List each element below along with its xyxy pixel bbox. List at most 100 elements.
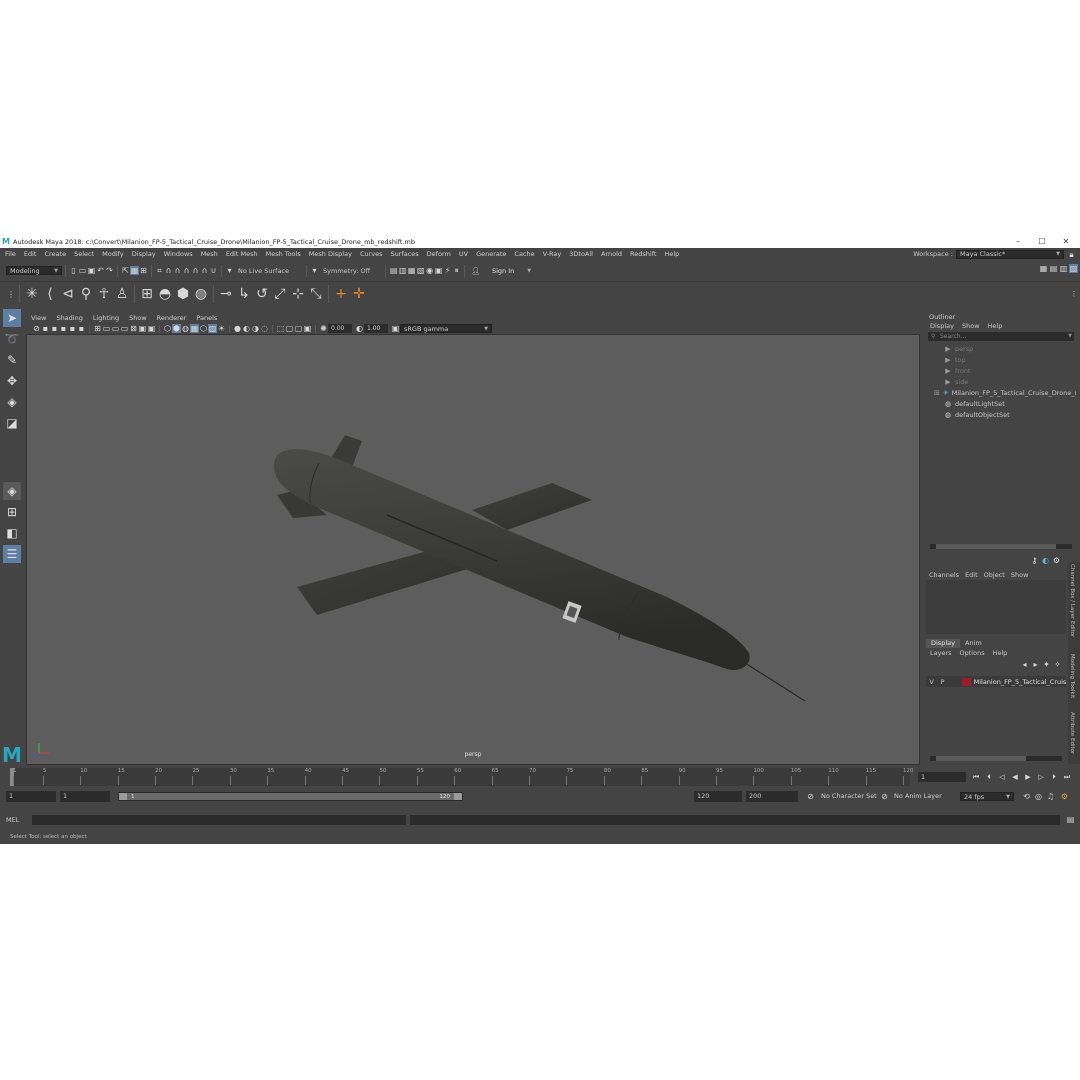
expand-icon[interactable]: ⊞ <box>934 389 940 397</box>
undo-icon[interactable]: ↶ <box>96 266 105 275</box>
move-layer-down-icon[interactable]: ▸ <box>1031 660 1040 669</box>
mode-dropdown[interactable]: Modeling ▼ <box>6 266 62 275</box>
outliner-hscrollbar[interactable] <box>930 544 1072 549</box>
new-scene-icon[interactable]: ▯ <box>69 266 78 275</box>
range-bar[interactable]: 1 120 <box>118 792 463 801</box>
symmetry-label[interactable]: Symmetry: Off <box>323 267 370 275</box>
two-view-layout-icon[interactable]: ◧ <box>3 524 21 542</box>
wireframe-icon[interactable]: ⬡ <box>163 324 172 333</box>
fps-dropdown[interactable]: 24 fps ▼ <box>960 792 1014 801</box>
film-gate-icon[interactable]: ▭ <box>102 324 111 333</box>
scale-tool-icon[interactable]: ◪ <box>3 414 21 432</box>
viewport-menu-panels[interactable]: Panels <box>191 314 222 322</box>
layer-menu-options[interactable]: Options <box>956 649 989 657</box>
layer-name[interactable]: Milanion_FP_5_Tactical_Cruise_ <box>974 678 1066 686</box>
modeling-toolkit-tab[interactable]: Modeling Toolkit <box>1069 654 1075 698</box>
redo-icon[interactable]: ↷ <box>105 266 114 275</box>
layer-tab-display[interactable]: Display <box>926 638 960 648</box>
new-layer-selected-icon[interactable]: ✧ <box>1053 660 1062 669</box>
exposure-field[interactable]: 0.00 <box>328 324 352 333</box>
layer-visibility-toggle[interactable]: V <box>926 678 937 686</box>
pause-render-icon[interactable]: ⏸︎ <box>452 266 461 275</box>
auto-key-icon[interactable]: ◎ <box>1034 792 1043 801</box>
xray-joints-icon[interactable]: ▢ <box>285 324 294 333</box>
lights-icon[interactable]: ☀︎ <box>217 324 226 333</box>
outliner-item[interactable]: ▶︎ side <box>934 376 1076 387</box>
outliner-item[interactable]: ▶︎ persp <box>934 343 1076 354</box>
smooth-shade-icon[interactable]: ⬢ <box>172 324 181 333</box>
menu-mesh-display[interactable]: Mesh Display <box>305 250 356 258</box>
channelbox-menu-object[interactable]: Object <box>981 571 1008 579</box>
grease-pencil-icon[interactable]: ▪ <box>77 324 86 333</box>
menu-help[interactable]: Help <box>660 250 683 258</box>
step-forward-frame-icon[interactable]: ⏵︎ <box>1048 772 1060 782</box>
render-settings-icon[interactable]: ▧ <box>416 266 425 275</box>
four-view-layout-icon[interactable]: ⊞ <box>3 503 21 521</box>
viewport-menu-view[interactable]: View <box>26 314 51 322</box>
isolate-select-icon[interactable]: ⬚ <box>276 324 285 333</box>
outliner-layout-icon[interactable]: ☰ <box>3 545 21 563</box>
layer-menu-layers[interactable]: Layers <box>926 649 956 657</box>
chevron-down-icon[interactable]: ▼ <box>1068 332 1072 341</box>
ik-handle-icon[interactable]: ⟨ <box>41 285 59 303</box>
workspace-dropdown[interactable]: Maya Classic* ▼ <box>956 249 1064 259</box>
time-ruler[interactable]: 1 5 10 15 20 25 30 35 40 45 50 55 60 65 70 75 80 85 90 95 10… <box>10 768 914 786</box>
mel-label[interactable]: MEL <box>6 815 30 825</box>
attribute-editor-tab[interactable]: Attribute Editor <box>1069 712 1075 754</box>
field-chart-icon[interactable]: ⊠ <box>129 324 138 333</box>
safe-title-icon[interactable]: ▣ <box>147 324 156 333</box>
menu-arnold[interactable]: Arnold <box>597 250 626 258</box>
textured-icon[interactable]: ▦ <box>190 324 199 333</box>
close-button[interactable]: ✕ <box>1054 236 1078 248</box>
snap-curve-icon[interactable]: ∩ <box>164 266 173 275</box>
character-set-dropdown[interactable]: No Character Set <box>818 791 878 802</box>
vray-icon[interactable]: ▣ <box>434 266 443 275</box>
color-management-icon[interactable]: ▣ <box>303 324 312 333</box>
lattice-icon[interactable]: ⊞ <box>138 285 156 303</box>
anti-aliasing-icon[interactable]: ◌ <box>260 324 269 333</box>
live-surface-label[interactable]: No Live Surface <box>238 267 289 275</box>
snap-point-icon[interactable]: ∩ <box>173 266 182 275</box>
scale-constraint-icon[interactable]: ⤢ <box>271 285 289 303</box>
step-back-frame-icon[interactable]: ⏴︎ <box>983 772 995 782</box>
outliner-item[interactable]: ▶︎ top <box>934 354 1076 365</box>
range-end-handle[interactable] <box>454 793 462 800</box>
layer-color-swatch[interactable] <box>962 677 971 686</box>
command-input[interactable] <box>32 815 406 825</box>
view-transform-icon[interactable]: ▣ <box>391 324 400 333</box>
menu-redshift[interactable]: Redshift <box>626 250 660 258</box>
snap-view-icon[interactable]: ∩ <box>182 266 191 275</box>
layer-playback-toggle[interactable]: P <box>937 678 948 686</box>
joint-tool-icon[interactable]: ✳︎ <box>23 285 41 303</box>
sound-icon[interactable]: ♫ <box>1046 792 1055 801</box>
xray-active-icon[interactable]: ▢ <box>294 324 303 333</box>
drone-model[interactable] <box>27 335 920 765</box>
select-tool-icon[interactable]: ➤ <box>3 309 21 327</box>
gate-mask-icon[interactable]: ▭ <box>120 324 129 333</box>
menu-select[interactable]: Select <box>70 250 98 258</box>
layer-menu-help[interactable]: Help <box>989 649 1012 657</box>
shelf-scroll-icon[interactable]: ⋮ <box>1070 285 1078 303</box>
open-scene-icon[interactable]: ▭ <box>78 266 87 275</box>
layer-row[interactable]: V P Milanion_FP_5_Tactical_Cruise_ <box>926 676 1066 687</box>
outliner-menu-display[interactable]: Display <box>926 322 958 330</box>
loop-icon[interactable]: ⟲ <box>1022 792 1031 801</box>
ik-spline-icon[interactable]: ⊲ <box>59 285 77 303</box>
menu-surfaces[interactable]: Surfaces <box>387 250 423 258</box>
resolution-gate-icon[interactable]: ▭ <box>111 324 120 333</box>
image-plane-icon[interactable]: ▪ <box>59 324 68 333</box>
safe-action-icon[interactable]: ▣ <box>138 324 147 333</box>
anim-layer-icon[interactable]: ⊘ <box>880 792 889 801</box>
wireframe-on-shaded-icon[interactable]: ⬡ <box>199 324 208 333</box>
chevron-down-icon[interactable]: ▾ <box>310 266 319 275</box>
menu-curves[interactable]: Curves <box>356 250 387 258</box>
select-hierarchy-icon[interactable]: ⇱ <box>121 266 130 275</box>
viewport-persp[interactable]: persp <box>26 334 920 765</box>
outliner-item[interactable]: ▶︎ front <box>934 365 1076 376</box>
camera-lock-icon[interactable]: ▪ <box>41 324 50 333</box>
gamma-field[interactable]: 1.00 <box>364 324 388 333</box>
humanik-icon[interactable]: ☥ <box>95 285 113 303</box>
render-icon[interactable]: ▥ <box>398 266 407 275</box>
sculpt-icon[interactable]: ◍ <box>192 285 210 303</box>
playback-start-field[interactable]: 1 <box>60 791 110 802</box>
